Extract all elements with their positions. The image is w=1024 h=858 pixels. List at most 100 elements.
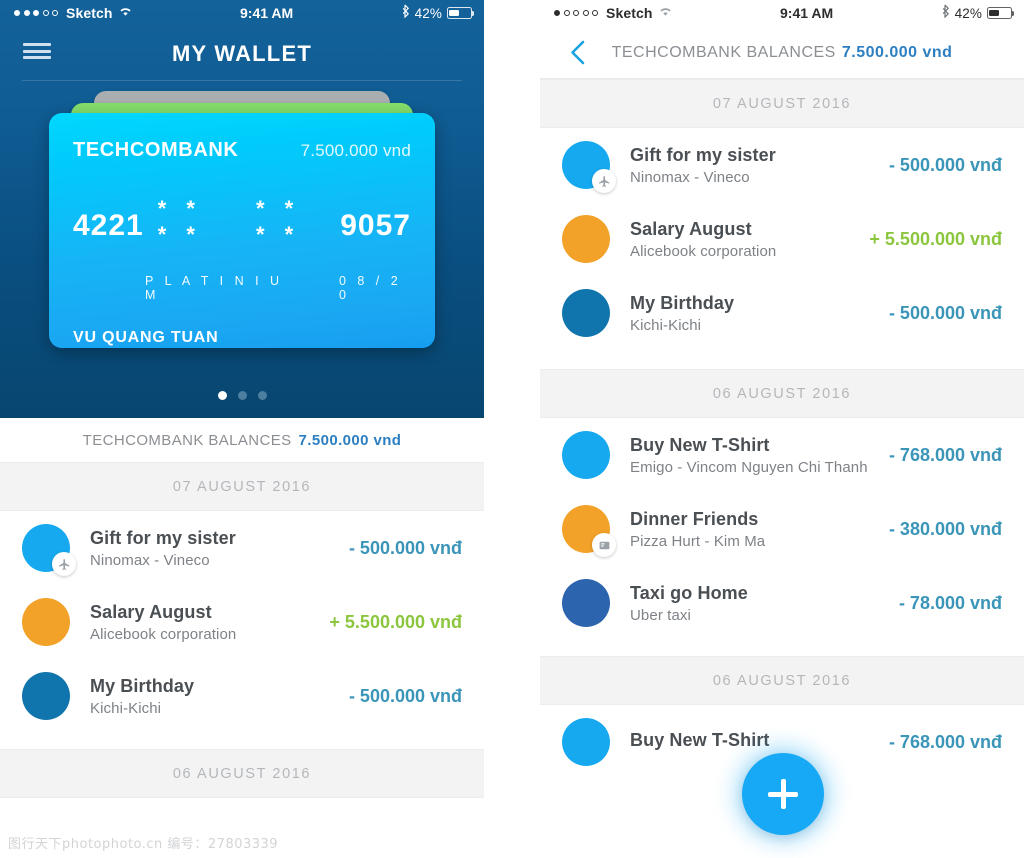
card-header-row: TECHCOMBANK 7.500.000 vnd [73, 139, 411, 162]
transaction-title: Dinner Friends [630, 508, 759, 529]
pager-dot-2[interactable] [237, 391, 247, 400]
transaction-title: My Birthday [630, 292, 735, 313]
page-title: MY WALLET [172, 40, 312, 66]
avatar-circle [22, 672, 70, 720]
avatar-circle [562, 289, 610, 337]
avatar-circle [562, 215, 610, 263]
screenshot-stage: Sketch 9:41 AM 42% MY WALLET TECHCOMBANK… [0, 0, 1024, 858]
avatar [22, 524, 76, 576]
balances-navbar: TECHCOMBANK BALANCES 7.500.000 vnd [540, 26, 1024, 79]
avatar-circle [22, 598, 70, 646]
wifi-icon [118, 5, 133, 21]
transaction-subtitle: Uber taxi [630, 606, 691, 624]
date-section-header: 06 AUGUST 2016 [540, 369, 1024, 418]
transaction-amount: - 78.000 vnđ [898, 592, 1002, 613]
avatar [562, 505, 616, 557]
status-bar-right: Sketch 9:41 AM 42% [540, 0, 1024, 26]
avatar [562, 215, 610, 263]
transaction-subtitle: Ninomax - Vineco [90, 551, 210, 569]
transaction-amount: - 500.000 vnđ [348, 537, 462, 558]
phone-screen-balances: Sketch 9:41 AM 42% TECHCOMBANK BALANCES 7… [540, 0, 1024, 858]
carrier-label: Sketch [66, 5, 113, 21]
transaction-amount: - 500.000 vnđ [888, 302, 1002, 323]
transaction-list-section-1: Gift for my sister Ninomax - Vineco - 50… [540, 128, 1024, 350]
avatar-circle [562, 431, 610, 479]
date-section-header: 07 AUGUST 2016 [540, 79, 1024, 128]
bluetooth-icon [401, 4, 410, 22]
transaction-subtitle: Emigo - Vincom Nguyen Chi Thanh [630, 458, 868, 476]
transaction-title: Buy New T-Shirt [630, 730, 770, 750]
wallet-navbar: MY WALLET [0, 26, 484, 81]
balances-title: TECHCOMBANK BALANCES 7.500.000 vnd [540, 44, 1024, 62]
transaction-text: Dinner Friends Pizza Hurt - Kim Ma [630, 509, 765, 550]
transaction-amount: - 380.000 vnđ [888, 518, 1002, 539]
chevron-left-icon[interactable] [560, 36, 594, 70]
avatar [562, 718, 610, 766]
carrier-label: Sketch [606, 5, 653, 21]
card-number-mask-2: * * * * [256, 196, 301, 247]
status-bar-left-group: Sketch [14, 5, 133, 21]
balance-label: TECHCOMBANK BALANCES [82, 431, 292, 449]
table-row[interactable]: My Birthday Kichi-Kichi - 500.000 vnđ [540, 276, 1024, 350]
table-row[interactable]: Dinner Friends Pizza Hurt - Kim Ma - 380… [540, 492, 1024, 566]
card-pager-dots[interactable] [0, 391, 484, 400]
table-row[interactable]: Salary August Alicebook corporation + 5.… [0, 585, 484, 659]
transaction-amount: + 5.500.000 vnđ [869, 228, 1002, 249]
signal-strength-icon [554, 10, 598, 16]
clock-label: 9:41 AM [240, 5, 294, 21]
card-number-first: 4221 [73, 209, 144, 242]
hamburger-menu-icon[interactable] [23, 40, 51, 62]
transaction-subtitle: Kichi-Kichi [90, 699, 162, 717]
transaction-text: Buy New T-Shirt [630, 730, 770, 754]
table-row[interactable]: Buy New T-Shirt Emigo - Vincom Nguyen Ch… [540, 418, 1024, 492]
transaction-amount: - 768.000 vnđ [888, 444, 1002, 465]
table-row[interactable]: Gift for my sister Ninomax - Vineco - 50… [0, 511, 484, 585]
add-transaction-button[interactable] [742, 753, 824, 835]
pager-dot-1[interactable] [217, 391, 227, 400]
date-section-header: 06 AUGUST 2016 [540, 656, 1024, 705]
transaction-list-section-2: Buy New T-Shirt Emigo - Vincom Nguyen Ch… [540, 418, 1024, 640]
battery-icon [447, 7, 475, 19]
transaction-amount: - 500.000 vnđ [348, 685, 462, 706]
transaction-text: Buy New T-Shirt Emigo - Vincom Nguyen Ch… [630, 435, 868, 476]
status-bar-left: Sketch 9:41 AM 42% [0, 0, 484, 26]
avatar-circle [562, 718, 610, 766]
table-row[interactable]: Salary August Alicebook corporation + 5.… [540, 202, 1024, 276]
transaction-subtitle: Alicebook corporation [90, 625, 237, 643]
pager-dot-3[interactable] [257, 391, 267, 400]
battery-percent-label: 42% [414, 5, 442, 21]
transaction-amount: - 500.000 vnđ [888, 154, 1002, 175]
card-number-last: 9057 [340, 209, 411, 242]
airplane-icon [592, 169, 616, 193]
transaction-text: Gift for my sister Ninomax - Vineco [630, 145, 776, 186]
card-tier-label: P L A T I N I U M [145, 274, 284, 302]
avatar [22, 672, 70, 720]
card-meta-row: P L A T I N I U M 0 8 / 2 0 [73, 274, 411, 302]
transaction-text: Salary August Alicebook corporation [630, 219, 776, 260]
battery-percent-label: 42% [954, 5, 982, 21]
date-section-header: 06 AUGUST 2016 [0, 749, 484, 798]
navbar-divider [22, 80, 462, 81]
transaction-amount: + 5.500.000 vnđ [329, 611, 462, 632]
card-bank-name: TECHCOMBANK [73, 139, 239, 161]
status-bar-right-group: 42% [941, 4, 1015, 22]
table-row[interactable]: Taxi go Home Uber taxi - 78.000 vnđ [540, 566, 1024, 640]
avatar [562, 141, 616, 193]
balance-summary-bar: TECHCOMBANK BALANCES 7.500.000 vnd [0, 418, 484, 462]
stock-photo-watermark: 图行天下photophoto.cn 编号：27803339 [8, 837, 279, 852]
transaction-text: My Birthday Kichi-Kichi [630, 293, 734, 334]
transaction-text: My Birthday Kichi-Kichi [90, 676, 194, 717]
signal-strength-icon [14, 10, 58, 16]
table-row[interactable]: My Birthday Kichi-Kichi - 500.000 vnđ [0, 659, 484, 733]
credit-card-front[interactable]: TECHCOMBANK 7.500.000 vnd 4221 * * * * *… [49, 113, 435, 348]
transaction-subtitle: Ninomax - Vineco [630, 168, 750, 186]
transaction-title: Salary August [630, 218, 752, 239]
transaction-text: Salary August Alicebook corporation [90, 602, 236, 643]
transaction-list-left: Gift for my sister Ninomax - Vineco - 50… [0, 511, 484, 733]
table-row[interactable]: Gift for my sister Ninomax - Vineco - 50… [540, 128, 1024, 202]
date-section-header: 07 AUGUST 2016 [0, 462, 484, 511]
receipt-icon [592, 533, 616, 557]
card-stack[interactable]: TECHCOMBANK 7.500.000 vnd 4221 * * * * *… [0, 91, 484, 383]
balances-value: 7.500.000 vnd [841, 43, 953, 61]
phone-screen-wallet: Sketch 9:41 AM 42% MY WALLET TECHCOMBANK… [0, 0, 484, 858]
